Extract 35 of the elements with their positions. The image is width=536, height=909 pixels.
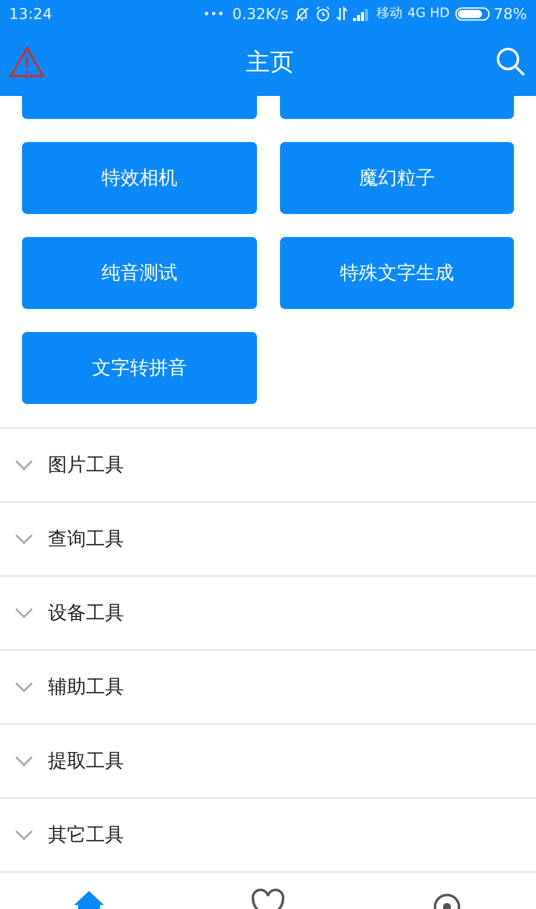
tool-button[interactable]: 文字转拼音	[22, 332, 256, 404]
section-label: 查询工具	[48, 526, 124, 552]
battery-icon	[454, 6, 491, 22]
search-icon[interactable]	[495, 46, 527, 78]
chevron-icon	[14, 533, 34, 545]
battery-level: 78%	[494, 4, 527, 25]
tool-button[interactable]: 特殊文字生成	[280, 237, 514, 309]
section-label: 辅助工具	[48, 674, 124, 700]
network-speed: 0.32K/s	[232, 4, 288, 25]
section-label: 提取工具	[48, 748, 124, 774]
chevron-icon	[14, 755, 34, 767]
section-label: 图片工具	[48, 452, 124, 478]
section-label: 其它工具	[48, 822, 124, 848]
section-row[interactable]: 设备工具	[0, 577, 536, 651]
data-arrows-icon	[336, 6, 348, 22]
tool-button[interactable]: 纯音测试	[22, 237, 256, 309]
bell-off-icon	[294, 6, 310, 22]
section-row[interactable]: 提取工具	[0, 725, 536, 799]
section-row[interactable]: 辅助工具	[0, 651, 536, 725]
section-row[interactable]: 图片工具	[0, 429, 536, 503]
chevron-icon	[14, 681, 34, 693]
chevron-icon	[14, 459, 34, 471]
carrier-name: 移动	[376, 5, 402, 24]
tool-button[interactable]: 魔幻粒子	[280, 142, 514, 214]
chevron-icon	[14, 829, 34, 841]
network-type: 4G HD	[407, 5, 450, 24]
section-label: 设备工具	[48, 600, 124, 626]
section-row[interactable]: 其它工具	[0, 799, 536, 873]
status-time: 13:24	[9, 4, 52, 25]
chevron-icon	[14, 607, 34, 619]
status-dots: •••	[203, 6, 224, 23]
alarm-icon	[315, 6, 332, 22]
tool-button[interactable]: 特效相机	[22, 142, 256, 214]
page-title: 主页	[246, 47, 294, 78]
section-row[interactable]: 查询工具	[0, 503, 536, 577]
